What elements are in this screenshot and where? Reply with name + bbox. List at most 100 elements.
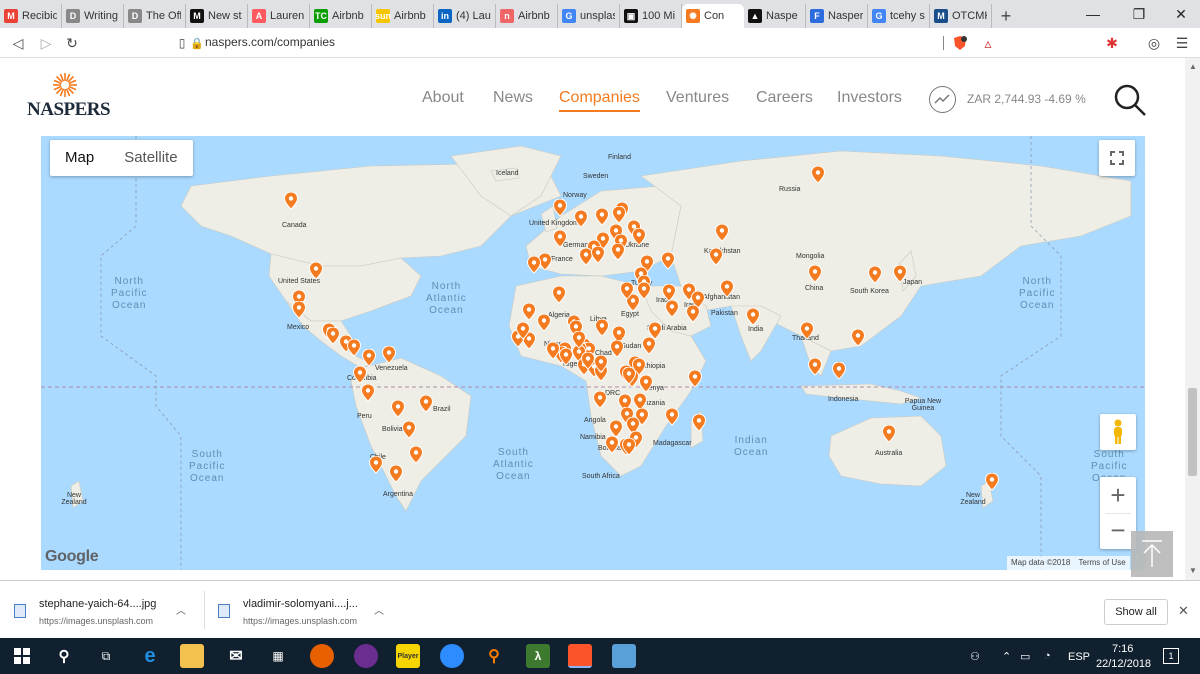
company-location-marker-icon[interactable] xyxy=(581,352,595,370)
edge-icon[interactable]: e xyxy=(138,644,162,668)
company-location-marker-icon[interactable] xyxy=(402,421,416,439)
company-location-marker-icon[interactable] xyxy=(808,358,822,376)
brave-taskbar-icon[interactable] xyxy=(568,644,592,668)
company-location-marker-icon[interactable] xyxy=(516,322,530,340)
company-location-marker-icon[interactable] xyxy=(546,342,560,360)
chevron-up-icon[interactable]: ︿ xyxy=(176,602,186,617)
company-location-marker-icon[interactable] xyxy=(662,284,676,302)
company-location-marker-icon[interactable] xyxy=(572,331,586,349)
company-location-marker-icon[interactable] xyxy=(389,465,403,483)
forward-icon[interactable]: ▷ xyxy=(36,33,56,53)
company-location-marker-icon[interactable] xyxy=(612,206,626,224)
browser-tab[interactable]: A Lauren xyxy=(248,4,310,28)
minimize-button[interactable]: — xyxy=(1070,0,1116,28)
company-location-marker-icon[interactable] xyxy=(800,322,814,340)
street-view-pegman-icon[interactable] xyxy=(1100,414,1136,450)
company-location-marker-icon[interactable] xyxy=(409,446,423,464)
firefox-icon[interactable] xyxy=(310,644,334,668)
map-type-satellite-button[interactable]: Satellite xyxy=(109,140,192,176)
company-location-marker-icon[interactable] xyxy=(594,355,608,373)
url-field[interactable]: naspers.com/companies xyxy=(205,35,335,49)
menu-icon[interactable]: ☰ xyxy=(1172,33,1192,53)
download-item[interactable]: vladimir-solomyani....j... https://image… xyxy=(218,594,398,628)
zoom-app-icon[interactable] xyxy=(440,644,464,668)
company-location-marker-icon[interactable] xyxy=(537,314,551,332)
company-location-marker-icon[interactable] xyxy=(595,208,609,226)
task-view-icon[interactable]: ⧉ xyxy=(94,644,118,668)
store-icon[interactable]: ▦ xyxy=(266,644,290,668)
zoom-in-button[interactable]: + xyxy=(1110,477,1125,513)
browser-tab[interactable]: in (4) Laur xyxy=(434,4,496,28)
brave-shield-icon[interactable] xyxy=(950,33,970,53)
company-location-marker-icon[interactable] xyxy=(868,266,882,284)
windows-start-icon[interactable] xyxy=(10,644,34,668)
stock-trend-icon[interactable] xyxy=(929,86,956,113)
nav-investors[interactable]: Investors xyxy=(837,89,902,107)
file-explorer-icon[interactable] xyxy=(180,644,204,668)
browser-tab[interactable]: n Airbnb xyxy=(496,4,558,28)
company-location-marker-icon[interactable] xyxy=(642,337,656,355)
reload-icon[interactable]: ↻ xyxy=(62,33,82,53)
company-location-marker-icon[interactable] xyxy=(715,224,729,242)
company-location-marker-icon[interactable] xyxy=(692,414,706,432)
browser-tab[interactable]: Gtcehy s xyxy=(868,4,930,28)
show-all-downloads-button[interactable]: Show all xyxy=(1104,599,1168,625)
company-location-marker-icon[interactable] xyxy=(661,252,675,270)
company-location-marker-icon[interactable] xyxy=(605,436,619,454)
page-scrollbar[interactable]: ▲ ▼ xyxy=(1185,58,1200,580)
new-tab-button[interactable]: + xyxy=(992,4,1020,28)
company-location-marker-icon[interactable] xyxy=(419,395,433,413)
back-icon[interactable]: ◁ xyxy=(8,33,28,53)
battery-icon[interactable]: ▭ xyxy=(1020,650,1030,663)
company-location-marker-icon[interactable] xyxy=(353,366,367,384)
company-location-marker-icon[interactable] xyxy=(553,199,567,217)
company-location-marker-icon[interactable] xyxy=(811,166,825,184)
nav-news[interactable]: News xyxy=(493,89,533,107)
company-location-marker-icon[interactable] xyxy=(292,301,306,319)
browser-tab[interactable]: M New st xyxy=(186,4,248,28)
company-location-marker-icon[interactable] xyxy=(720,280,734,298)
company-location-marker-icon[interactable] xyxy=(610,340,624,358)
scroll-down-icon[interactable]: ▼ xyxy=(1189,566,1197,575)
company-location-marker-icon[interactable] xyxy=(527,256,541,274)
player-icon[interactable]: Player xyxy=(396,644,420,668)
map-type-map-button[interactable]: Map xyxy=(50,140,109,176)
company-location-marker-icon[interactable] xyxy=(665,300,679,318)
company-location-marker-icon[interactable] xyxy=(622,367,636,385)
company-location-marker-icon[interactable] xyxy=(361,384,375,402)
chevron-up-icon[interactable]: ︿ xyxy=(374,602,384,617)
naspers-logo[interactable]: NASPERS xyxy=(27,72,111,122)
company-location-marker-icon[interactable] xyxy=(688,370,702,388)
input-language[interactable]: ESP xyxy=(1068,651,1090,663)
browser-tab[interactable]: F Nasper xyxy=(806,4,868,28)
scroll-up-icon[interactable]: ▲ xyxy=(1189,62,1197,71)
active-browser-tab[interactable]: ✺ Con xyxy=(682,4,744,28)
company-location-marker-icon[interactable] xyxy=(851,329,865,347)
company-location-marker-icon[interactable] xyxy=(369,456,383,474)
extension-icon[interactable]: ✱ xyxy=(1102,33,1122,53)
mail-icon[interactable]: ✉ xyxy=(224,644,248,668)
browser-tab[interactable]: Gunsplas xyxy=(558,4,620,28)
company-location-marker-icon[interactable] xyxy=(665,408,679,426)
browser-tab[interactable]: ▲ Naspe xyxy=(744,4,806,28)
company-location-marker-icon[interactable] xyxy=(284,192,298,210)
company-location-marker-icon[interactable] xyxy=(382,346,396,364)
company-location-marker-icon[interactable] xyxy=(832,362,846,380)
browser-tab[interactable]: TC Airbnb xyxy=(310,4,372,28)
download-item[interactable]: stephane-yaich-64....jpg https://images.… xyxy=(14,594,194,628)
company-location-marker-icon[interactable] xyxy=(985,473,999,491)
google-logo[interactable]: Google xyxy=(45,548,99,566)
browser-tab[interactable]: M OTCMK xyxy=(930,4,992,28)
company-location-marker-icon[interactable] xyxy=(574,210,588,228)
company-location-marker-icon[interactable] xyxy=(347,339,361,357)
search-app-icon[interactable]: ⚲ xyxy=(482,644,506,668)
browser-tab[interactable]: D The Off xyxy=(124,4,186,28)
company-location-marker-icon[interactable] xyxy=(593,391,607,409)
company-location-marker-icon[interactable] xyxy=(882,425,896,443)
terms-of-use-link[interactable]: Terms of Use xyxy=(1079,558,1126,567)
lambda-app-icon[interactable]: λ xyxy=(526,644,550,668)
browser-tab[interactable]: sun Airbnb xyxy=(372,4,434,28)
browser-tab[interactable]: M Recibid xyxy=(0,4,62,28)
notifications-icon[interactable]: 1 xyxy=(1163,648,1179,664)
app-icon[interactable] xyxy=(354,644,378,668)
